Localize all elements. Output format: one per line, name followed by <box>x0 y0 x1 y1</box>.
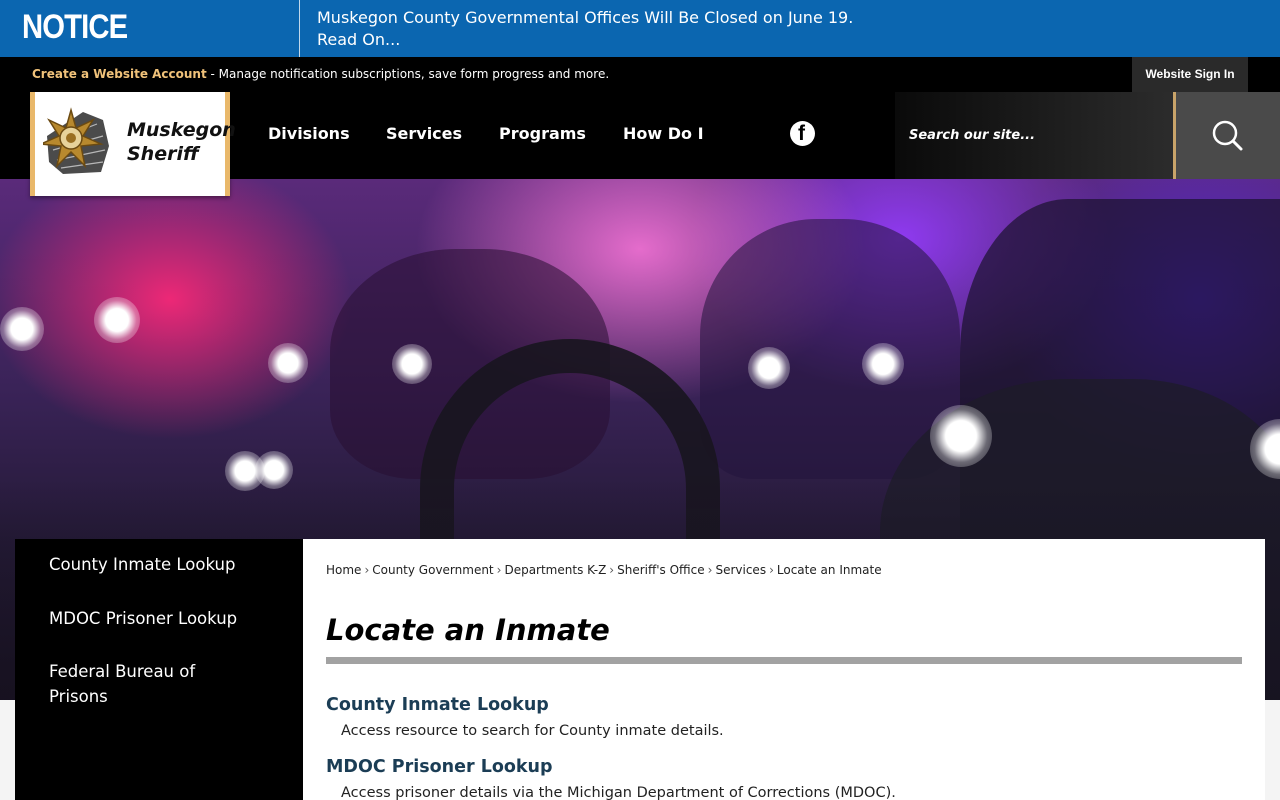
county-inmate-lookup-link[interactable]: County Inmate Lookup <box>326 695 549 715</box>
breadcrumb-home[interactable]: Home <box>326 563 361 577</box>
breadcrumb-services[interactable]: Services <box>715 563 766 577</box>
breadcrumb-separator: › <box>769 563 774 577</box>
page-title: Locate an Inmate <box>326 613 610 647</box>
breadcrumb-separator: › <box>496 563 502 577</box>
nav-services[interactable]: Services <box>386 92 462 179</box>
sidebar-item-county-inmate-lookup[interactable]: County Inmate Lookup <box>49 552 269 577</box>
breadcrumb-sheriffs-office[interactable]: Sheriff's Office <box>617 563 705 577</box>
main-content: Home › County Government › Departments K-Z › S… <box>303 539 1265 800</box>
nav-programs[interactable]: Programs <box>499 92 586 179</box>
breadcrumb-current: Locate an Inmate <box>776 563 882 577</box>
logo-text-line2: Sheriff <box>127 143 199 165</box>
logo-text-line1: Muskegon <box>127 119 236 141</box>
create-account-link[interactable]: Create a Website Account <box>32 67 207 81</box>
facebook-glyph: f <box>798 122 805 145</box>
sidebar-nav: County Inmate Lookup MDOC Prisoner Looku… <box>15 539 303 800</box>
notice-label: NOTICE <box>22 8 128 46</box>
site-logo[interactable]: Muskegon Sheriff <box>30 92 236 196</box>
breadcrumb-departments[interactable]: Departments K-Z <box>504 563 606 577</box>
notice-message-link[interactable]: Muskegon County Governmental Offices Wil… <box>317 7 853 51</box>
sheriff-star-icon <box>43 107 109 174</box>
sidebar-item-mdoc-prisoner-lookup[interactable]: MDOC Prisoner Lookup <box>49 606 269 631</box>
notice-message[interactable]: Muskegon County Governmental Offices Wil… <box>317 8 853 27</box>
search-icon <box>1212 120 1243 151</box>
sidebar-item-federal-bureau-of-prisons[interactable]: Federal Bureau of Prisons <box>49 659 219 709</box>
search-input[interactable] <box>909 120 1159 150</box>
breadcrumb-separator: › <box>609 563 615 577</box>
breadcrumb-separator: › <box>364 563 370 577</box>
logo-text: Muskegon Sheriff <box>127 118 236 166</box>
mdoc-prisoner-lookup-description: Access prisoner details via the Michigan… <box>341 785 896 800</box>
account-bar: Create a Website Account - Manage notifi… <box>0 57 1280 92</box>
mdoc-prisoner-lookup-link[interactable]: MDOC Prisoner Lookup <box>326 757 553 777</box>
nav-how-do-i[interactable]: How Do I <box>623 92 704 179</box>
site-header: Muskegon Sheriff Divisions Services Prog… <box>0 92 1280 196</box>
breadcrumb: Home › County Government › Departments K-Z › S… <box>326 563 882 577</box>
page-margin-left <box>0 700 15 800</box>
county-inmate-lookup-description: Access resource to search for County inm… <box>341 723 724 739</box>
title-divider <box>326 657 1242 664</box>
notice-read-on-link[interactable]: Read On... <box>317 29 853 51</box>
facebook-icon[interactable]: f <box>790 121 815 146</box>
breadcrumb-county-government[interactable]: County Government <box>372 563 493 577</box>
nav-divisions[interactable]: Divisions <box>268 92 350 179</box>
page-margin-right <box>1265 700 1280 800</box>
search-button[interactable] <box>1176 92 1280 179</box>
breadcrumb-separator: › <box>707 563 713 577</box>
sign-in-button[interactable]: Website Sign In <box>1132 57 1248 92</box>
search-box <box>895 92 1175 179</box>
account-bar-description: - Manage notification subscriptions, sav… <box>206 67 610 81</box>
notice-bar: NOTICE Muskegon County Governmental Offi… <box>0 0 1280 57</box>
notice-divider <box>299 0 300 57</box>
account-bar-text: Create a Website Account - Manage notifi… <box>32 67 609 81</box>
